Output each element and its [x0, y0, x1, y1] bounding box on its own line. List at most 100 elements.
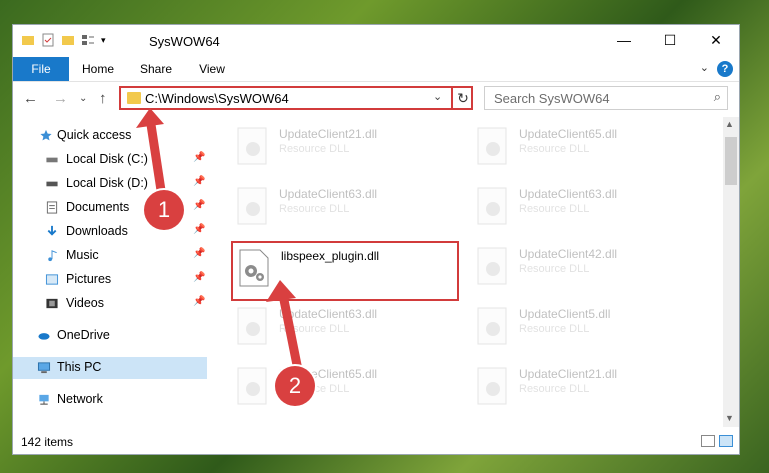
dll-file-icon [237, 307, 267, 345]
folder-icon [127, 92, 141, 104]
file-name: UpdateClient63.dll [279, 307, 378, 321]
sidebar-item-label: OneDrive [57, 328, 110, 342]
file-name: UpdateClient21.dll [519, 367, 618, 381]
file-item[interactable]: UpdateClient63.dll Resource DLL [471, 181, 701, 231]
computer-icon [37, 362, 51, 374]
sidebar-item-label: Videos [66, 296, 104, 310]
sidebar-item-label: Quick access [57, 128, 132, 142]
file-item[interactable]: UpdateClient65.dll Resource DLL [471, 121, 701, 171]
search-input[interactable]: Search SysWOW64 [494, 91, 610, 106]
quick-access-toolbar: ▾ [21, 33, 106, 47]
file-item[interactable]: UpdateClient5.dll Resource DLL [471, 301, 701, 351]
search-box[interactable]: Search SysWOW64 ⌕ [484, 86, 728, 110]
pin-icon[interactable]: 📌 [193, 200, 205, 211]
pin-icon[interactable]: 📌 [193, 224, 205, 235]
drive-icon [46, 181, 58, 187]
sidebar-item-label: Local Disk (C:) [66, 152, 148, 166]
sidebar-item-local-disk-d[interactable]: Local Disk (D:) 📌 [13, 173, 207, 195]
dll-file-icon [477, 187, 507, 225]
address-path[interactable]: C:\Windows\SysWOW64 [145, 91, 289, 106]
navigation-pane: Quick access Local Disk (C:) 📌 Local Dis… [13, 121, 207, 413]
file-item[interactable]: UpdateClient21.dll Resource DLL [231, 121, 461, 171]
back-button[interactable]: ← [23, 90, 38, 107]
sidebar-item-videos[interactable]: Videos 📌 [13, 293, 207, 315]
sidebar-item-label: Network [57, 392, 103, 406]
explorer-window: ▾ SysWOW64 — ☐ ✕ File Home Share View ⌄ … [12, 24, 740, 455]
pin-icon[interactable]: 📌 [193, 296, 205, 307]
file-item[interactable]: UpdateClient21.dll Resource DLL [471, 361, 701, 411]
file-item[interactable]: UpdateClient65.dll Resource DLL [231, 361, 461, 411]
pin-icon[interactable]: 📌 [193, 272, 205, 283]
file-name: UpdateClient42.dll [519, 247, 618, 261]
status-bar: 142 items [13, 431, 739, 453]
file-name: UpdateClient65.dll [519, 127, 618, 141]
sidebar-item-music[interactable]: Music 📌 [13, 245, 207, 267]
music-icon [48, 250, 57, 262]
sidebar-item-network[interactable]: Network [13, 389, 207, 411]
maximize-button[interactable]: ☐ [647, 25, 693, 55]
sidebar-item-local-disk-c[interactable]: Local Disk (C:) 📌 [13, 149, 207, 171]
file-type: Resource DLL [279, 203, 350, 215]
sidebar-item-label: Local Disk (D:) [66, 176, 148, 190]
tab-share[interactable]: Share [133, 57, 179, 81]
recent-locations-button[interactable]: ⌄ [79, 93, 87, 104]
sidebar-item-onedrive[interactable]: OneDrive [13, 325, 207, 347]
pin-icon[interactable]: 📌 [193, 248, 205, 259]
file-type: Resource DLL [519, 383, 590, 395]
search-icon[interactable]: ⌕ [714, 89, 721, 105]
minimize-button[interactable]: — [601, 25, 647, 55]
file-item[interactable]: UpdateClient42.dll Resource DLL [471, 241, 701, 291]
window-title: SysWOW64 [149, 34, 220, 49]
file-type: Resource DLL [279, 143, 350, 155]
file-item[interactable]: UpdateClient63.dll Resource DLL [231, 301, 461, 351]
help-icon[interactable]: ? [717, 61, 733, 77]
sidebar-item-label: Downloads [66, 224, 128, 238]
address-bar[interactable]: C:\Windows\SysWOW64 ⌄ ↻ [119, 86, 473, 110]
up-button[interactable]: ↑ [99, 90, 107, 107]
expand-ribbon-icon[interactable]: ⌄ [700, 61, 709, 74]
item-count: 142 items [21, 435, 74, 449]
dll-file-icon [237, 367, 267, 405]
drive-icon [46, 157, 58, 163]
sidebar-item-pictures[interactable]: Pictures 📌 [13, 269, 207, 291]
properties-icon[interactable] [41, 33, 55, 47]
scroll-up-icon[interactable]: ▲ [725, 119, 734, 129]
sidebar-item-quick-access[interactable]: Quick access [13, 125, 207, 147]
pin-icon[interactable]: 📌 [193, 176, 205, 187]
address-dropdown-icon[interactable]: ⌄ [433, 90, 442, 103]
details-view-icon[interactable] [701, 435, 715, 447]
file-item[interactable]: UpdateClient63.dll Resource DLL [231, 181, 461, 231]
new-folder-icon[interactable] [61, 33, 75, 47]
file-name: libspeex_plugin.dll [281, 249, 380, 263]
dll-file-icon [477, 307, 507, 345]
sidebar-item-label: Documents [66, 200, 130, 214]
toolbar-dropdown-icon[interactable]: ▾ [101, 35, 106, 46]
cloud-icon [38, 333, 50, 340]
scrollbar-thumb[interactable] [725, 137, 737, 185]
file-item-libspeex-plugin[interactable]: libspeex_plugin.dll [231, 241, 459, 301]
close-button[interactable]: ✕ [693, 25, 739, 55]
tab-file[interactable]: File [13, 57, 69, 81]
large-icons-view-icon[interactable] [719, 435, 733, 447]
dll-file-icon [239, 249, 269, 287]
tab-home[interactable]: Home [75, 57, 121, 81]
dll-file-icon [477, 247, 507, 285]
star-icon [40, 129, 52, 141]
customize-toolbar-icon[interactable] [81, 33, 95, 47]
sidebar-item-label: Music [66, 248, 99, 262]
sidebar-item-label: This PC [57, 360, 102, 374]
dll-file-icon [477, 367, 507, 405]
title-bar: ▾ SysWOW64 — ☐ ✕ [13, 25, 739, 57]
file-name: UpdateClient21.dll [279, 127, 378, 141]
pin-icon[interactable]: 📌 [193, 152, 205, 163]
forward-button[interactable]: → [53, 90, 68, 107]
file-name: UpdateClient63.dll [519, 187, 618, 201]
folder-icon[interactable] [21, 33, 35, 47]
refresh-button[interactable]: ↻ [451, 88, 473, 108]
scroll-down-icon[interactable]: ▼ [725, 413, 734, 423]
dll-file-icon [477, 127, 507, 165]
tab-view[interactable]: View [189, 57, 235, 81]
sidebar-item-this-pc[interactable]: This PC [13, 357, 207, 379]
file-type: Resource DLL [519, 323, 590, 335]
vertical-scrollbar[interactable]: ▲ ▼ [723, 117, 739, 427]
